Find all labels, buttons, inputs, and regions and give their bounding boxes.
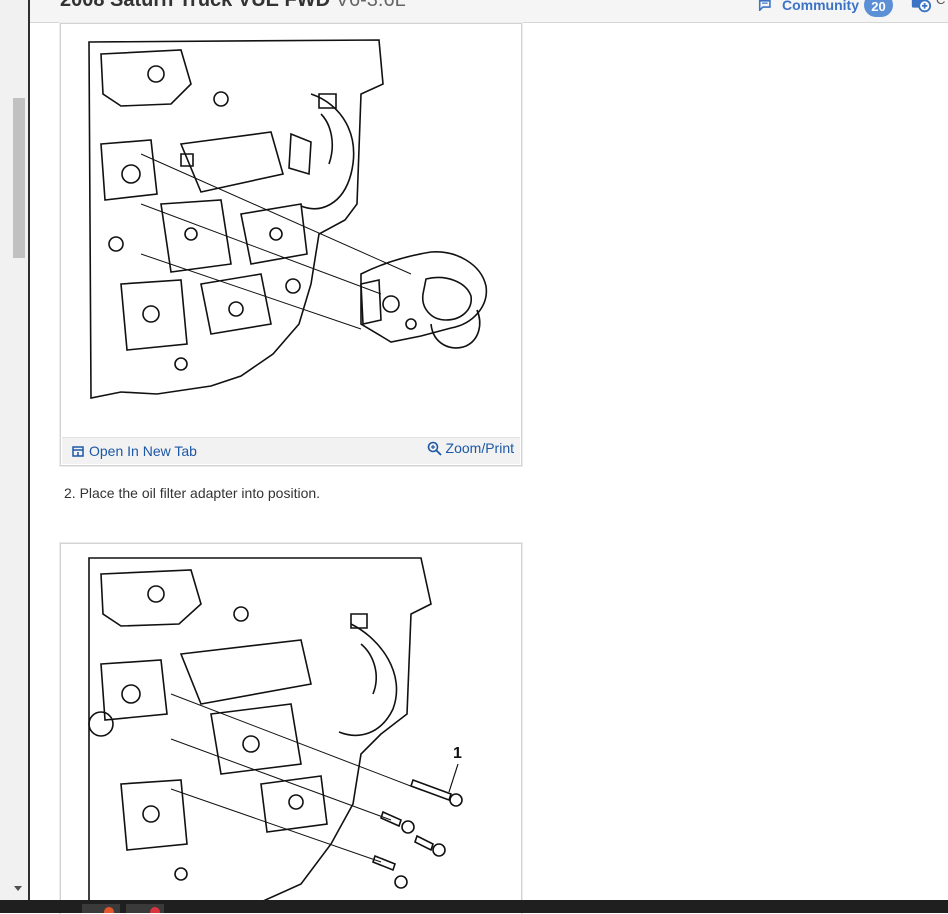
zoom-print-label: Zoom/Print <box>445 440 514 456</box>
figure-toolbar: Open In New Tab Zoom/Print <box>62 437 520 464</box>
community-count-badge: 20 <box>864 0 893 17</box>
taskbar-app-icon-1 <box>104 907 114 913</box>
zoom-icon <box>427 441 442 456</box>
figure-card-1: Open In New Tab Zoom/Print <box>60 23 522 466</box>
figure-card-2: 1 <box>60 543 522 914</box>
vehicle-name: 2008 Saturn Truck VUE FWD <box>60 0 331 11</box>
add-vehicle-icon[interactable] <box>910 0 932 14</box>
taskbar <box>0 900 948 913</box>
community-link[interactable]: Community 20 <box>758 0 893 17</box>
scrollbar-thumb[interactable] <box>13 98 25 258</box>
chat-bubble-icon <box>758 0 771 11</box>
engine-diagram-2: 1 <box>88 557 463 903</box>
page-header: 2008 Saturn Truck VUE FWD V6-3.6L Commun… <box>30 0 948 23</box>
header-cut-label: C <box>936 0 945 7</box>
open-in-new-tab-label: Open In New Tab <box>89 443 197 459</box>
step-instruction: 2. Place the oil filter adapter into pos… <box>64 485 321 501</box>
taskbar-app-icon-2 <box>150 907 160 913</box>
community-label: Community <box>782 0 859 13</box>
left-scrollbar[interactable] <box>0 0 30 900</box>
callout-label-1: 1 <box>453 745 462 762</box>
scroll-down-arrow-icon[interactable] <box>14 886 22 891</box>
open-in-new-tab-link[interactable]: Open In New Tab <box>72 443 197 459</box>
zoom-print-link[interactable]: Zoom/Print <box>427 440 514 456</box>
engine-diagram-1 <box>88 39 488 399</box>
engine-label: V6-3.6L <box>335 0 406 11</box>
taskbar-app-1[interactable] <box>82 904 120 913</box>
open-new-tab-icon <box>72 445 84 457</box>
page-title: 2008 Saturn Truck VUE FWD V6-3.6L <box>60 0 406 12</box>
